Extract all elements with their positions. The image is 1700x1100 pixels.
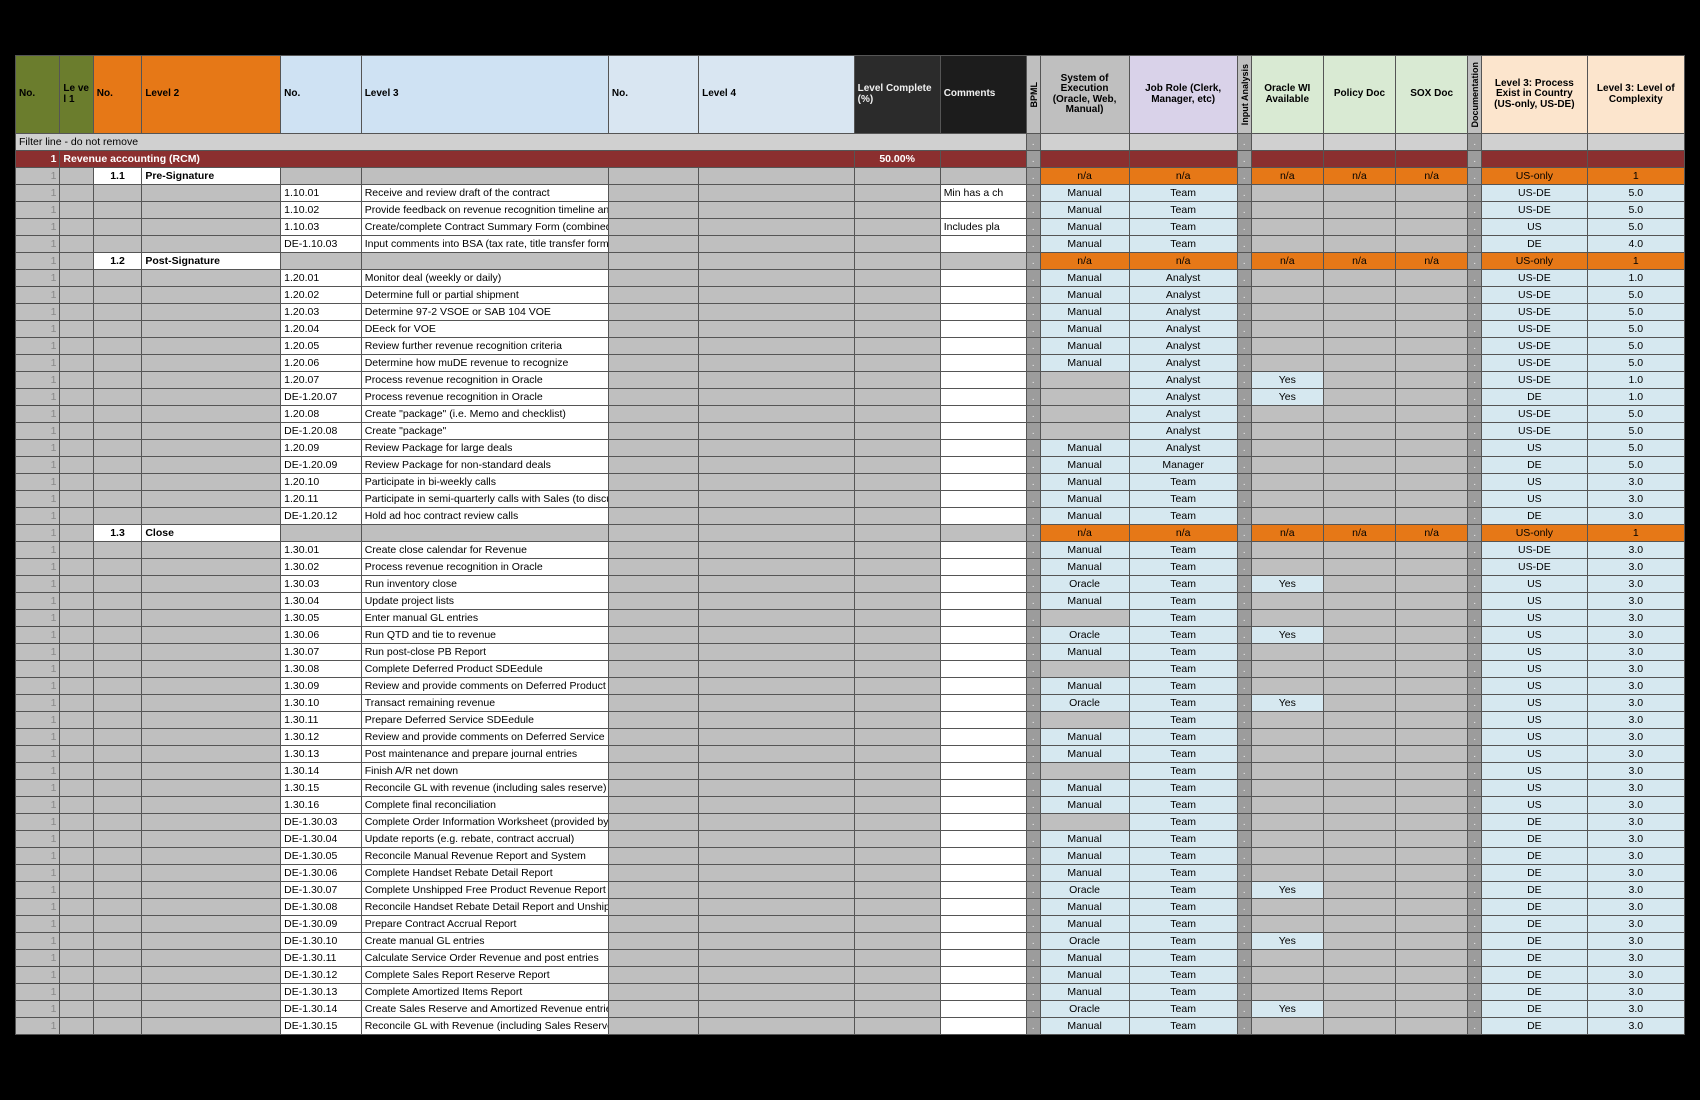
table-row[interactable]: 1DE-1.30.11Calculate Service Order Reven… (16, 950, 1685, 967)
table-row[interactable]: 11.30.13Post maintenance and prepare jou… (16, 746, 1685, 763)
table-row[interactable]: 11.30.12Review and provide comments on D… (16, 729, 1685, 746)
hdr-system[interactable]: System of Execution (Oracle, Web, Manual… (1040, 56, 1129, 134)
table-row[interactable]: 11.20.04DEeck for VOE.ManualAnalyst..US-… (16, 321, 1685, 338)
hdr-level4[interactable]: Level 4 (699, 56, 855, 134)
table-row[interactable]: 11.30.15Reconcile GL with revenue (inclu… (16, 780, 1685, 797)
hdr-no4[interactable]: No. (608, 56, 698, 134)
table-row[interactable]: 11.20.08Create "package" (i.e. Memo and … (16, 406, 1685, 423)
table-row[interactable]: 11.10.01Receive and review draft of the … (16, 185, 1685, 202)
hdr-policy[interactable]: Policy Doc (1323, 56, 1395, 134)
hdr-no2[interactable]: No. (93, 56, 142, 134)
table-row[interactable]: 1DE-1.20.07Process revenue recognition i… (16, 389, 1685, 406)
section-title: Revenue accounting (RCM) (60, 151, 854, 168)
table-row[interactable]: 11.1Pre-Signature.n/an/a.n/an/an/a.US-on… (16, 168, 1685, 185)
table-row[interactable]: 11.30.01Create close calendar for Revenu… (16, 542, 1685, 559)
table-row[interactable]: 11.20.01Monitor deal (weekly or daily).M… (16, 270, 1685, 287)
hdr-no3[interactable]: No. (281, 56, 362, 134)
hdr-level2[interactable]: Level 2 (142, 56, 281, 134)
hdr-country[interactable]: Level 3: Process Exist in Country (US-on… (1482, 56, 1588, 134)
hdr-wi[interactable]: Oracle WI Available (1251, 56, 1323, 134)
hdr-input[interactable]: Input Analysis (1237, 56, 1251, 134)
table-row[interactable]: 11.30.16Complete final reconciliation.Ma… (16, 797, 1685, 814)
hdr-cx[interactable]: Level 3: Level of Complexity (1587, 56, 1684, 134)
table-row[interactable]: 1DE-1.10.03Input comments into BSA (tax … (16, 236, 1685, 253)
table-row[interactable]: 1DE-1.30.03Complete Order Information Wo… (16, 814, 1685, 831)
hdr-comments[interactable]: Comments (940, 56, 1026, 134)
table-row[interactable]: 11.30.10Transact remaining revenue.Oracl… (16, 695, 1685, 712)
table-row[interactable]: 11.30.03Run inventory close.OracleTeam.Y… (16, 576, 1685, 593)
hdr-level3[interactable]: Level 3 (361, 56, 608, 134)
table-row[interactable]: 11.30.06Run QTD and tie to revenue.Oracl… (16, 627, 1685, 644)
table-row[interactable]: 11.30.04Update project lists.ManualTeam.… (16, 593, 1685, 610)
table-row[interactable]: 11.20.05Review further revenue recogniti… (16, 338, 1685, 355)
table-row[interactable]: 1DE-1.20.12Hold ad hoc contract review c… (16, 508, 1685, 525)
hdr-no1[interactable]: No. (16, 56, 60, 134)
table-row[interactable]: 1DE-1.20.08Create "package".Analyst..US-… (16, 423, 1685, 440)
table-row[interactable]: 11.20.07Process revenue recognition in O… (16, 372, 1685, 389)
table-row[interactable]: 11.30.07Run post-close PB Report.ManualT… (16, 644, 1685, 661)
table-row[interactable]: 1DE-1.30.05Reconcile Manual Revenue Repo… (16, 848, 1685, 865)
table-row[interactable]: 11.30.11Prepare Deferred Service SDEedul… (16, 712, 1685, 729)
section-row[interactable]: 1 Revenue accounting (RCM) 50.00% . . . (16, 151, 1685, 168)
table-row[interactable]: 11.30.02Process revenue recognition in O… (16, 559, 1685, 576)
table-row[interactable]: 11.30.14Finish A/R net down.Team..US3.0 (16, 763, 1685, 780)
hdr-pct[interactable]: Level Complete (%) (854, 56, 940, 134)
table-row[interactable]: 1DE-1.30.07Complete Unshipped Free Produ… (16, 882, 1685, 899)
table-row[interactable]: 11.10.03Create/complete Contract Summary… (16, 219, 1685, 236)
table-row[interactable]: 1DE-1.30.10Create manual GL entries.Orac… (16, 933, 1685, 950)
section-no: 1 (16, 151, 60, 168)
table-row[interactable]: 11.2Post-Signature.n/an/a.n/an/an/a.US-o… (16, 253, 1685, 270)
table-row[interactable]: 11.20.11Participate in semi-quarterly ca… (16, 491, 1685, 508)
spreadsheet: No. Le ve l 1 No. Level 2 No. Level 3 No… (15, 55, 1685, 1035)
table-row[interactable]: 11.30.09Review and provide comments on D… (16, 678, 1685, 695)
section-pct: 50.00% (854, 151, 940, 168)
table-row[interactable]: 11.20.02Determine full or partial shipme… (16, 287, 1685, 304)
table-row[interactable]: 1DE-1.30.13Complete Amortized Items Repo… (16, 984, 1685, 1001)
hdr-level1[interactable]: Le ve l 1 (60, 56, 93, 134)
filter-row[interactable]: Filter line - do not remove . . . (16, 134, 1685, 151)
table-row[interactable]: 11.30.08Complete Deferred Product SDEedu… (16, 661, 1685, 678)
table-row[interactable]: 1DE-1.30.09Prepare Contract Accrual Repo… (16, 916, 1685, 933)
filter-note: Filter line - do not remove (16, 134, 1027, 151)
table-row[interactable]: 11.20.09Review Package for large deals.M… (16, 440, 1685, 457)
header-row: No. Le ve l 1 No. Level 2 No. Level 3 No… (16, 56, 1685, 134)
table-row[interactable]: 1DE-1.20.09Review Package for non-standa… (16, 457, 1685, 474)
table-row[interactable]: 11.20.10Participate in bi-weekly calls.M… (16, 474, 1685, 491)
grid[interactable]: No. Le ve l 1 No. Level 2 No. Level 3 No… (15, 55, 1685, 1035)
table-row[interactable]: 1DE-1.30.04Update reports (e.g. rebate, … (16, 831, 1685, 848)
table-row[interactable]: 11.30.05Enter manual GL entries.Team..US… (16, 610, 1685, 627)
table-row[interactable]: 1DE-1.30.15Reconcile GL with Revenue (in… (16, 1018, 1685, 1035)
table-row[interactable]: 1DE-1.30.12Complete Sales Report Reserve… (16, 967, 1685, 984)
table-row[interactable]: 1DE-1.30.06Complete Handset Rebate Detai… (16, 865, 1685, 882)
table-row[interactable]: 11.20.03Determine 97-2 VSOE or SAB 104 V… (16, 304, 1685, 321)
table-row[interactable]: 11.3Close.n/an/a.n/an/an/a.US-only1 (16, 525, 1685, 542)
table-row[interactable]: 1DE-1.30.14Create Sales Reserve and Amor… (16, 1001, 1685, 1018)
table-row[interactable]: 1DE-1.30.08Reconcile Handset Rebate Deta… (16, 899, 1685, 916)
hdr-sox[interactable]: SOX Doc (1396, 56, 1468, 134)
hdr-doc[interactable]: Documentation (1468, 56, 1482, 134)
table-row[interactable]: 11.10.02Provide feedback on revenue reco… (16, 202, 1685, 219)
table-row[interactable]: 11.20.06Determine how muDE revenue to re… (16, 355, 1685, 372)
hdr-bpml[interactable]: BPML (1026, 56, 1040, 134)
hdr-role[interactable]: Job Role (Clerk, Manager, etc) (1129, 56, 1237, 134)
